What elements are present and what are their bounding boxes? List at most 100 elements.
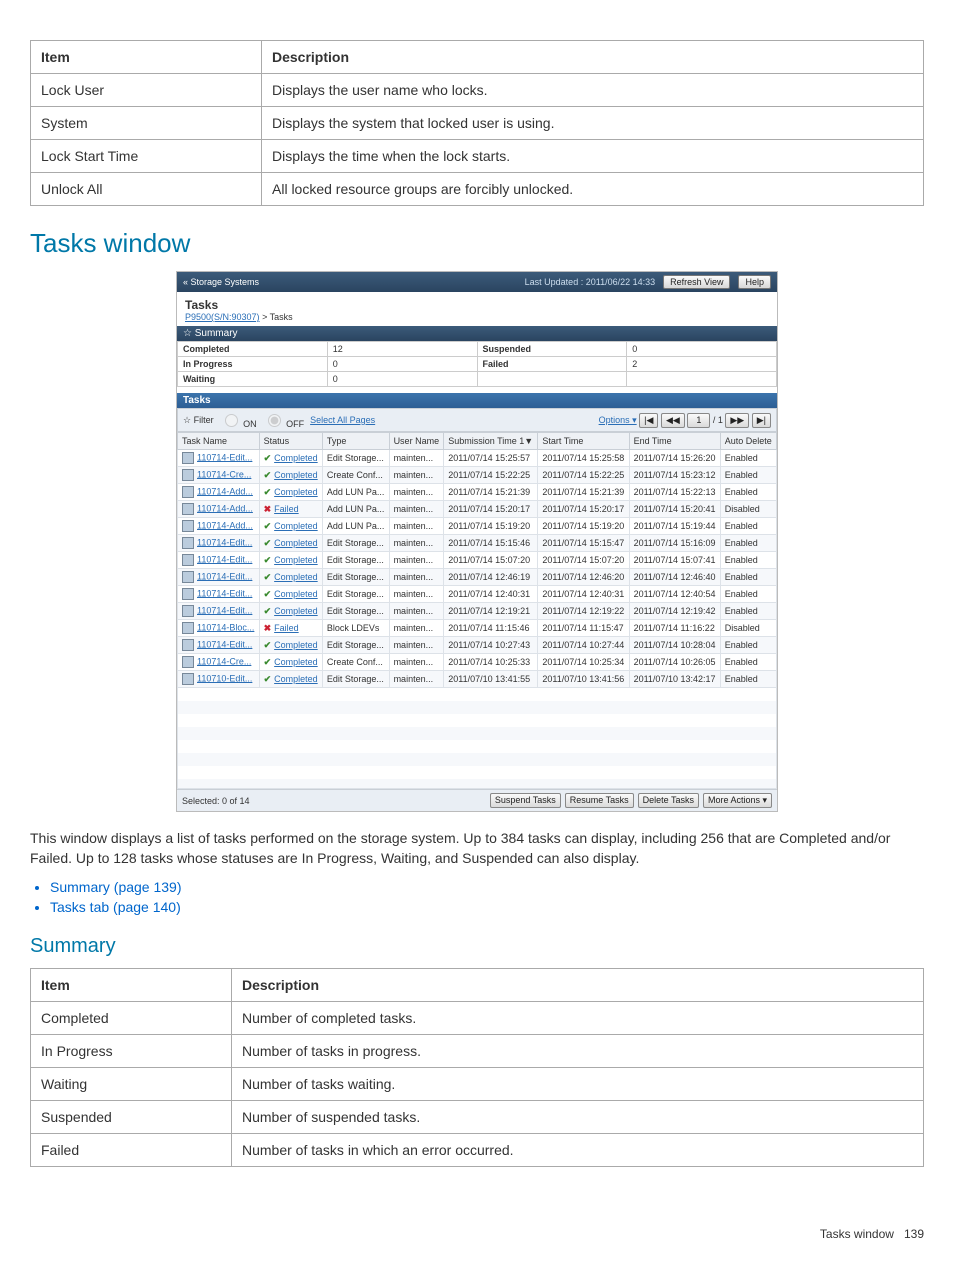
table-row: FailedNumber of tasks in which an error … (31, 1133, 924, 1166)
page-total: / 1 (713, 415, 723, 425)
link-tasks-tab[interactable]: Tasks tab (page 140) (50, 899, 181, 915)
status-link[interactable]: Completed (274, 487, 318, 497)
page-footer: Tasks window 139 (30, 1227, 924, 1241)
task-row[interactable]: 110714-Cre...CompletedCreate Conf...main… (178, 467, 777, 484)
resume-tasks-button[interactable]: Resume Tasks (565, 793, 634, 808)
task-row[interactable]: 110714-Edit...CompletedEdit Storage...ma… (178, 450, 777, 467)
col-submission[interactable]: Submission Time 1▼ (444, 433, 538, 450)
status-link[interactable]: Completed (274, 521, 318, 531)
task-row[interactable]: 110714-Edit...CompletedEdit Storage...ma… (178, 552, 777, 569)
back-storage-link[interactable]: « Storage Systems (183, 277, 259, 287)
task-name-link[interactable]: 110714-Edit... (197, 605, 252, 615)
task-icon (182, 486, 194, 498)
table-row: WaitingNumber of tasks waiting. (31, 1067, 924, 1100)
task-name-link[interactable]: 110714-Edit... (197, 571, 252, 581)
filter-off-radio[interactable]: OFF (263, 411, 305, 429)
link-summary[interactable]: Summary (page 139) (50, 879, 182, 895)
task-row[interactable]: 110714-Add...CompletedAdd LUN Pa...maint… (178, 518, 777, 535)
task-icon (182, 537, 194, 549)
task-row[interactable]: 110714-Add...CompletedAdd LUN Pa...maint… (178, 484, 777, 501)
task-row[interactable]: 110710-Edit...CompletedEdit Storage...ma… (178, 671, 777, 688)
task-name-link[interactable]: 110714-Edit... (197, 639, 252, 649)
task-row[interactable]: 110714-Edit...CompletedEdit Storage...ma… (178, 637, 777, 654)
status-link[interactable]: Failed (274, 623, 299, 633)
col-start[interactable]: Start Time (538, 433, 629, 450)
status-link[interactable]: Completed (274, 572, 318, 582)
tasks-window-screenshot: « Storage Systems Last Updated : 2011/06… (176, 271, 778, 812)
status-link[interactable]: Completed (274, 657, 318, 667)
task-row[interactable]: 110714-Cre...CompletedCreate Conf...main… (178, 654, 777, 671)
task-name-link[interactable]: 110714-Add... (197, 486, 253, 496)
col-item: Item (31, 968, 232, 1001)
status-link[interactable]: Completed (274, 538, 318, 548)
summary-doc-table: Item Description CompletedNumber of comp… (30, 968, 924, 1167)
task-row[interactable]: 110714-Edit...CompletedEdit Storage...ma… (178, 586, 777, 603)
task-name-link[interactable]: 110714-Cre... (197, 469, 251, 479)
task-row[interactable]: 110714-Edit...CompletedEdit Storage...ma… (178, 535, 777, 552)
more-actions-button[interactable]: More Actions ▾ (703, 793, 772, 808)
task-name-link[interactable]: 110714-Edit... (197, 554, 252, 564)
status-link[interactable]: Failed (274, 504, 299, 514)
task-name-link[interactable]: 110714-Cre... (197, 656, 251, 666)
col-desc: Description (232, 968, 924, 1001)
suspend-tasks-button[interactable]: Suspend Tasks (490, 793, 561, 808)
task-row[interactable]: 110714-Edit...CompletedEdit Storage...ma… (178, 603, 777, 620)
status-link[interactable]: Completed (274, 606, 318, 616)
table-row: Lock Start TimeDisplays the time when th… (31, 140, 924, 173)
filter-on-radio[interactable]: ON (220, 411, 257, 429)
help-button[interactable]: Help (738, 275, 771, 289)
page-next-button[interactable]: ▶▶ (725, 413, 749, 428)
col-task-name[interactable]: Task Name (178, 433, 260, 450)
page-prev-button[interactable]: ◀◀ (661, 413, 685, 428)
status-link[interactable]: Completed (274, 555, 318, 565)
status-link[interactable]: Completed (274, 453, 318, 463)
task-icon (182, 639, 194, 651)
col-end[interactable]: End Time (629, 433, 720, 450)
status-link[interactable]: Completed (274, 589, 318, 599)
col-status[interactable]: Status (259, 433, 322, 450)
task-row[interactable]: 110714-Add...FailedAdd LUN Pa...mainten.… (178, 501, 777, 518)
col-auto-delete[interactable]: Auto Delete (720, 433, 776, 450)
task-icon (182, 571, 194, 583)
task-icon (182, 469, 194, 481)
task-icon (182, 554, 194, 566)
table-row: Unlock AllAll locked resource groups are… (31, 173, 924, 206)
task-name-link[interactable]: 110714-Edit... (197, 537, 252, 547)
status-link[interactable]: Completed (274, 640, 318, 650)
status-link[interactable]: Completed (274, 674, 318, 684)
lock-table: Item Description Lock UserDisplays the u… (30, 40, 924, 206)
section-links: Summary (page 139) Tasks tab (page 140) (50, 879, 924, 915)
task-name-link[interactable]: 110710-Edit... (197, 673, 252, 683)
delete-tasks-button[interactable]: Delete Tasks (638, 793, 699, 808)
page-first-button[interactable]: |◀ (639, 413, 658, 428)
task-row[interactable]: 110714-Bloc...FailedBlock LDEVsmainten..… (178, 620, 777, 637)
tasks-tab[interactable]: Tasks (177, 393, 777, 408)
col-type[interactable]: Type (322, 433, 389, 450)
task-icon (182, 605, 194, 617)
options-menu[interactable]: Options ▾ (599, 415, 637, 425)
task-name-link[interactable]: 110714-Add... (197, 503, 253, 513)
heading-tasks-window: Tasks window (30, 228, 924, 259)
task-icon (182, 520, 194, 532)
task-name-link[interactable]: 110714-Bloc... (197, 622, 254, 632)
select-all-pages-link[interactable]: Select All Pages (310, 415, 375, 425)
grid-empty-area (177, 688, 777, 789)
table-row: In ProgressNumber of tasks in progress. (31, 1034, 924, 1067)
task-name-link[interactable]: 110714-Edit... (197, 588, 252, 598)
status-link[interactable]: Completed (274, 470, 318, 480)
breadcrumb-storage[interactable]: P9500(S/N:90307) (185, 312, 260, 322)
page-current: 1 (687, 413, 710, 428)
task-row[interactable]: 110714-Edit...CompletedEdit Storage...ma… (178, 569, 777, 586)
col-item: Item (31, 41, 262, 74)
task-icon (182, 452, 194, 464)
page-last-button[interactable]: ▶| (752, 413, 771, 428)
task-name-link[interactable]: 110714-Edit... (197, 452, 252, 462)
filter-label: ☆ Filter (183, 415, 214, 426)
col-user[interactable]: User Name (389, 433, 444, 450)
table-row: CompletedNumber of completed tasks. (31, 1001, 924, 1034)
task-icon (182, 656, 194, 668)
breadcrumb: P9500(S/N:90307) > Tasks (185, 312, 769, 322)
refresh-view-button[interactable]: Refresh View (663, 275, 730, 289)
tasks-grid: Task Name Status Type User Name Submissi… (177, 432, 777, 688)
task-name-link[interactable]: 110714-Add... (197, 520, 253, 530)
